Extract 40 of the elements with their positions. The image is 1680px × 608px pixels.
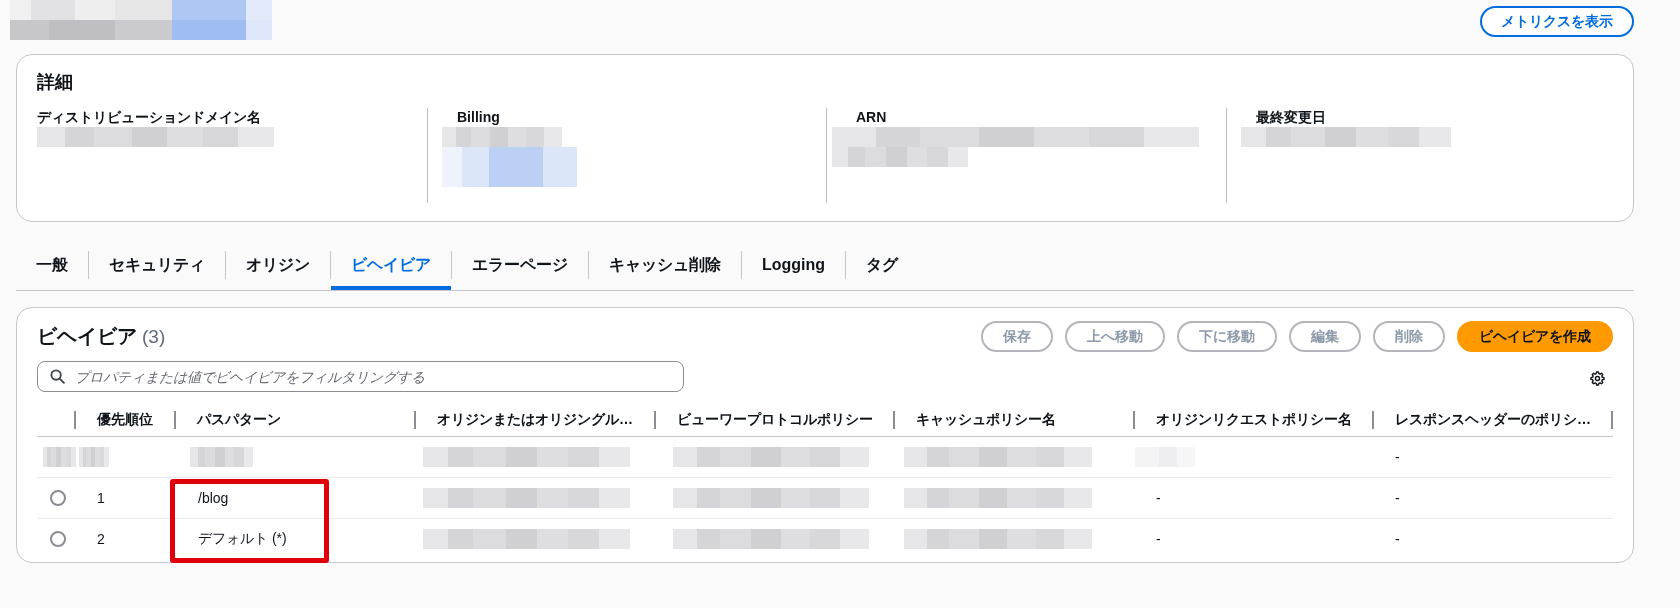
search-icon	[50, 369, 65, 384]
item-count: (3)	[142, 326, 166, 348]
column-header[interactable]: ビューワープロトコルポリシー	[677, 410, 873, 429]
redacted-block	[79, 447, 109, 467]
tab[interactable]: ビヘイビア	[331, 240, 451, 290]
radio-button[interactable]	[50, 490, 66, 506]
column-header[interactable]: キャッシュポリシー名	[916, 410, 1056, 429]
column-header[interactable]: オリジンリクエストポリシー名	[1156, 410, 1352, 429]
priority-value: 1	[97, 490, 105, 506]
field-label: ARN	[856, 108, 887, 126]
search-field[interactable]: プロパティまたは値でビヘイビアをフィルタリングする	[37, 361, 684, 392]
tab[interactable]: セキュリティ	[89, 240, 225, 290]
tab[interactable]: タグ	[846, 240, 919, 290]
view-metrics-button[interactable]: メトリクスを表示	[1480, 6, 1634, 37]
response-headers-policy-value: -	[1395, 449, 1400, 465]
field-label: 最終変更日	[1256, 108, 1326, 126]
radio-button[interactable]	[50, 530, 66, 547]
field-label: Billing	[457, 108, 500, 126]
settings-icon[interactable]	[1590, 371, 1605, 386]
create-button[interactable]: ビヘイビアを作成	[1457, 321, 1613, 352]
origin-request-policy-value: -	[1156, 530, 1161, 547]
tab[interactable]: オリジン	[226, 240, 330, 290]
path-pattern-value: デフォルト (*)	[197, 529, 287, 548]
column-header[interactable]: オリジンまたはオリジングル…	[437, 410, 633, 429]
origin-request-policy-value: -	[1156, 490, 1161, 506]
tab[interactable]: Logging	[742, 240, 846, 290]
tab[interactable]: エラーページ	[452, 240, 588, 290]
section-title: ビヘイビア	[37, 324, 137, 349]
column-header[interactable]: レスポンスヘッダーのポリシ…	[1395, 410, 1591, 429]
section-title: 詳細	[37, 71, 74, 94]
path-pattern-value: /blog	[197, 490, 229, 506]
response-headers-policy-value: -	[1395, 530, 1400, 547]
column-header[interactable]: 優先順位	[97, 410, 153, 429]
priority-value: 2	[97, 530, 105, 547]
field-label: ディストリビューションドメイン名	[37, 108, 261, 126]
tab[interactable]: キャッシュ削除	[589, 240, 741, 290]
response-headers-policy-value: -	[1395, 490, 1400, 506]
redacted-block	[43, 447, 76, 467]
column-header[interactable]: パスパターン	[197, 410, 281, 429]
tab[interactable]: 一般	[16, 240, 88, 290]
